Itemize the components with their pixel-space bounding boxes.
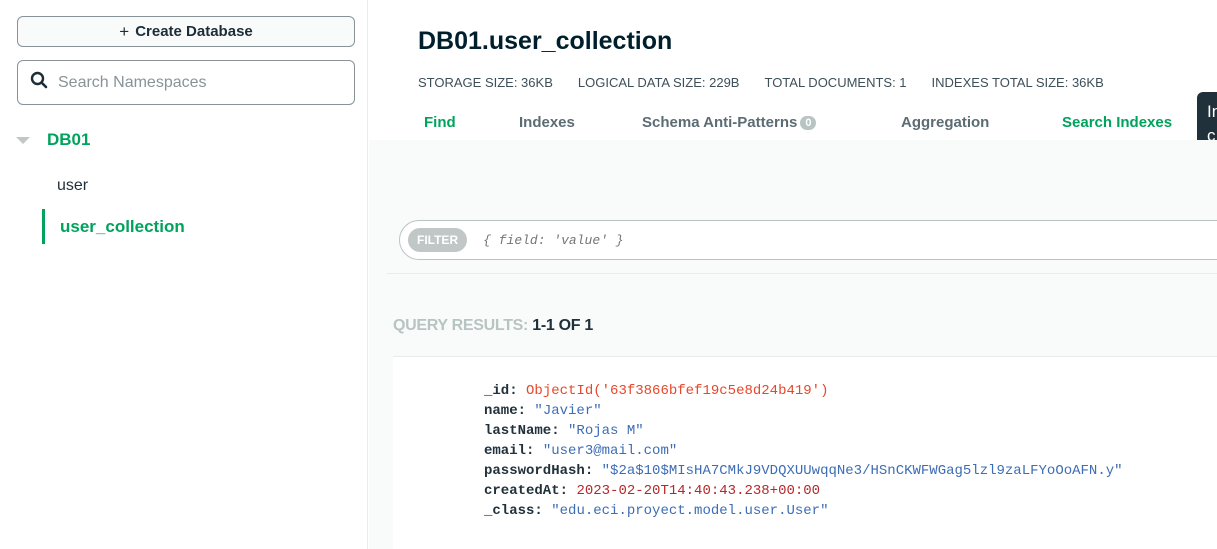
filter-label: FILTER <box>408 228 468 252</box>
collection-item-user-collection[interactable]: user_collection <box>42 209 185 244</box>
field-value: "$2a$10$MIsHA7CMkJ9VDQXUUwqqNe3/HSnCKWFW… <box>601 463 1123 479</box>
tab-schema-label: Schema Anti-Patterns <box>642 114 798 131</box>
field-key: _id <box>484 383 510 399</box>
tab-search-indexes[interactable]: Search Indexes <box>1062 114 1172 131</box>
stat-logical-data-size: LOGICAL DATA SIZE: 229B <box>577 75 740 90</box>
field-key: _class <box>484 503 535 519</box>
divider <box>387 273 1217 274</box>
field-key: lastName <box>484 423 552 439</box>
field-key: email <box>484 443 527 459</box>
document-field: createdAt: 2023-02-20T14:40:43.238+00:00 <box>484 483 821 499</box>
main-panel: FILTER QUERY RESULTS: 1-1 OF 1 _id: Obje… <box>369 140 1217 549</box>
field-value: "Rojas M" <box>568 423 644 439</box>
plus-icon: + <box>119 21 130 41</box>
query-results-prefix: QUERY RESULTS: <box>393 317 533 334</box>
create-database-button[interactable]: + Create Database <box>17 16 355 47</box>
filter-bar[interactable]: FILTER <box>399 220 1217 260</box>
collection-header: DB01.user_collection STORAGE SIZE: 36KB … <box>369 0 1217 140</box>
tab-aggregation[interactable]: Aggregation <box>901 114 989 131</box>
field-key: passwordHash <box>484 463 585 479</box>
document-field: _id: ObjectId('63f3866bfef19c5e8d24b419'… <box>484 383 829 399</box>
collection-tabs: Find Indexes Schema Anti-Patterns 0 Aggr… <box>369 110 1217 136</box>
document-card[interactable]: _id: ObjectId('63f3866bfef19c5e8d24b419'… <box>393 356 1217 549</box>
collection-item-user[interactable]: user <box>57 177 88 195</box>
document-field: email: "user3@mail.com" <box>484 443 678 459</box>
search-namespaces-input[interactable] <box>58 73 338 92</box>
filter-input[interactable] <box>483 232 1084 248</box>
database-item[interactable]: DB01 <box>16 128 90 152</box>
field-key: createdAt <box>484 483 560 499</box>
database-name[interactable]: DB01 <box>47 130 90 150</box>
document-field: lastName: "Rojas M" <box>484 423 644 439</box>
caret-down-icon[interactable] <box>16 136 30 144</box>
create-database-label: Create Database <box>135 23 253 40</box>
schema-count-badge: 0 <box>800 115 817 130</box>
field-value: "Javier" <box>534 403 602 419</box>
search-icon <box>30 71 48 94</box>
document-field: name: "Javier" <box>484 403 602 419</box>
document-fields: _id: ObjectId('63f3866bfef19c5e8d24b419'… <box>484 381 1123 521</box>
stat-storage-size: STORAGE SIZE: 36KB <box>418 75 553 90</box>
query-results-label: QUERY RESULTS: 1-1 OF 1 <box>393 317 593 335</box>
field-value: "user3@mail.com" <box>542 443 678 459</box>
tab-find[interactable]: Find <box>424 114 456 131</box>
field-value: ObjectId('63f3866bfef19c5e8d24b419') <box>526 383 829 399</box>
stat-total-documents: TOTAL DOCUMENTS: 1 <box>764 75 907 90</box>
field-key: name <box>484 403 518 419</box>
collection-stats: STORAGE SIZE: 36KB LOGICAL DATA SIZE: 22… <box>418 75 1129 90</box>
collection-title: DB01.user_collection <box>418 27 673 55</box>
stat-indexes-total-size: INDEXES TOTAL SIZE: 36KB <box>931 75 1104 90</box>
tab-schema-anti-patterns[interactable]: Schema Anti-Patterns 0 <box>642 114 817 131</box>
search-namespaces-box[interactable] <box>17 60 355 105</box>
field-value: 2023-02-20T14:40:43.238+00:00 <box>576 483 821 499</box>
field-value: "edu.eci.proyect.model.user.User" <box>551 503 829 519</box>
query-results-count: 1-1 OF 1 <box>532 317 593 334</box>
document-field: _class: "edu.eci.proyect.model.user.User… <box>484 503 829 519</box>
document-field: passwordHash: "$2a$10$MIsHA7CMkJ9VDQXUUw… <box>484 463 1123 479</box>
sidebar: + Create Database DB01 user user_collect… <box>0 0 368 549</box>
tab-indexes[interactable]: Indexes <box>519 114 575 131</box>
